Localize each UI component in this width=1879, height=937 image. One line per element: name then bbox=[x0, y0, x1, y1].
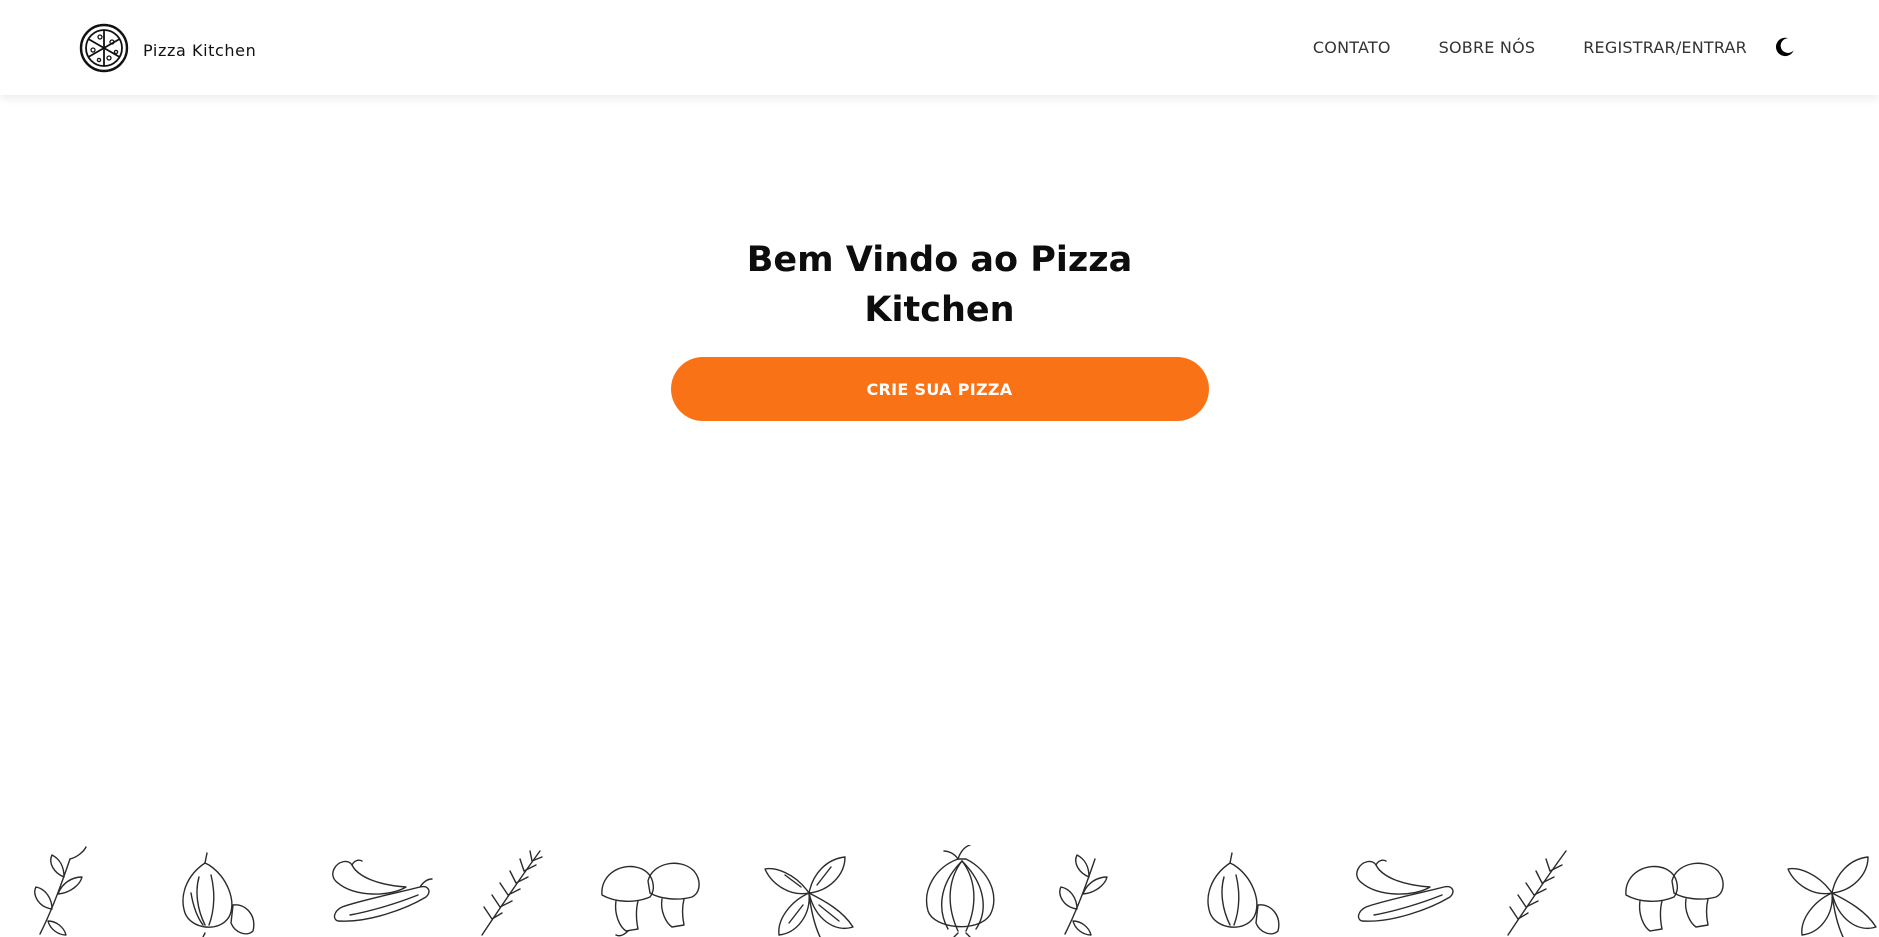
rosemary-icon bbox=[1507, 850, 1567, 936]
onion-icon bbox=[926, 845, 995, 937]
rosemary-icon bbox=[481, 850, 543, 936]
basil-leaves-icon bbox=[764, 856, 854, 937]
garlic-icon bbox=[1207, 852, 1280, 935]
ingredient-border bbox=[0, 845, 1879, 937]
basil-leaves-icon bbox=[1787, 856, 1877, 937]
garlic-icon bbox=[182, 852, 255, 937]
brand-name: Pizza Kitchen bbox=[143, 40, 257, 60]
hero-section: Bem Vindo ao Pizza Kitchen CRIE SUA PIZZ… bbox=[0, 95, 1879, 421]
basil-sprig-icon bbox=[34, 846, 87, 936]
hero-title: Bem Vindo ao Pizza Kitchen bbox=[746, 240, 1133, 330]
page: Pizza Kitchen CONTATO SOBRE NÓS REGISTRA… bbox=[0, 0, 1879, 937]
nav-link-registrar-entrar[interactable]: REGISTRAR/ENTRAR bbox=[1583, 38, 1747, 57]
moon-icon bbox=[1775, 37, 1794, 57]
basil-sprig-icon bbox=[1059, 854, 1108, 936]
chili-pepper-icon bbox=[332, 859, 433, 922]
brand-link[interactable]: Pizza Kitchen bbox=[79, 23, 256, 73]
mushroom-icon bbox=[1625, 862, 1724, 932]
main-nav: CONTATO SOBRE NÓS REGISTRAR/ENTRAR bbox=[1313, 30, 1797, 64]
pizza-icon bbox=[79, 23, 129, 73]
nav-link-contato[interactable]: CONTATO bbox=[1313, 38, 1391, 57]
site-header: Pizza Kitchen CONTATO SOBRE NÓS REGISTRA… bbox=[0, 0, 1879, 95]
mushroom-icon bbox=[601, 862, 700, 937]
nav-link-sobre-nos[interactable]: SOBRE NÓS bbox=[1439, 38, 1536, 57]
create-pizza-button[interactable]: CRIE SUA PIZZA bbox=[670, 357, 1209, 421]
chili-pepper-icon bbox=[1356, 859, 1454, 922]
theme-toggle-button[interactable] bbox=[1773, 35, 1797, 59]
